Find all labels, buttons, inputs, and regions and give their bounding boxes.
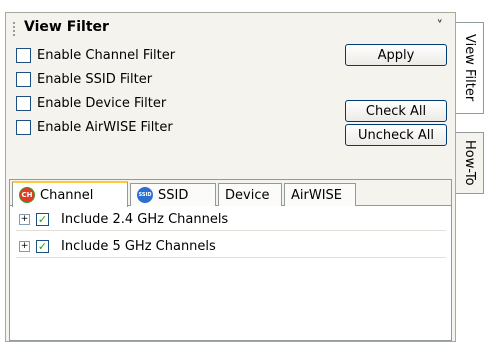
tree-row-label: Include 5 GHz Channels <box>61 238 216 254</box>
tab-channel-label: Channel <box>40 187 94 203</box>
side-tab-view-filter-label: View Filter <box>462 34 477 102</box>
tab-airwise[interactable]: AirWISE <box>284 183 356 206</box>
ssid-icon: SSID <box>137 187 153 203</box>
device-filter-checkbox[interactable]: Enable Device Filter <box>16 93 166 113</box>
panel-title: View Filter <box>24 19 109 35</box>
tab-ssid[interactable]: SSID SSID <box>130 183 216 206</box>
grip-handle-icon[interactable] <box>13 22 15 36</box>
tree-row-label: Include 2.4 GHz Channels <box>61 211 229 227</box>
device-filter-label: Enable Device Filter <box>37 95 167 111</box>
panel-title-bar: View Filter ˅ <box>6 13 455 41</box>
ssid-filter-checkbox[interactable]: Enable SSID Filter <box>16 69 152 89</box>
uncheck-all-button[interactable]: Uncheck All <box>345 124 447 146</box>
side-tab-how-to[interactable]: How-To <box>456 132 484 194</box>
filter-tabs-area: CH Channel SSID SSID Device AirWISE + ✓ … <box>9 179 452 341</box>
tree-row-5ghz[interactable]: + ✓ Include 5 GHz Channels <box>16 235 446 258</box>
pin-icon[interactable]: ˅ <box>437 19 444 34</box>
channel-filter-label: Enable Channel Filter <box>37 47 176 63</box>
side-tab-how-to-label: How-To <box>462 140 477 186</box>
channel-filter-checkbox[interactable]: Enable Channel Filter <box>16 45 175 65</box>
tab-airwise-label: AirWISE <box>291 187 343 203</box>
channel-icon: CH <box>19 187 35 203</box>
airwise-filter-checkbox[interactable]: Enable AirWISE Filter <box>16 117 173 137</box>
tab-ssid-label: SSID <box>158 187 189 203</box>
expand-plus-icon[interactable]: + <box>19 213 30 225</box>
side-tab-view-filter[interactable]: View Filter <box>456 22 484 114</box>
checkbox-box[interactable] <box>16 71 31 87</box>
checkbox-box[interactable] <box>16 119 31 135</box>
tab-device[interactable]: Device <box>218 183 282 206</box>
checkmark-icon[interactable]: ✓ <box>36 212 49 226</box>
check-all-button[interactable]: Check All <box>345 100 447 122</box>
tree-row-2-4ghz[interactable]: + ✓ Include 2.4 GHz Channels <box>16 208 446 231</box>
apply-button[interactable]: Apply <box>345 44 447 66</box>
checkmark-icon[interactable]: ✓ <box>36 239 49 253</box>
side-tab-strip: View Filter How-To <box>456 12 486 342</box>
ssid-filter-label: Enable SSID Filter <box>37 71 153 87</box>
tab-channel[interactable]: CH Channel <box>12 181 128 207</box>
tab-strip: CH Channel SSID SSID Device AirWISE <box>10 180 451 207</box>
expand-plus-icon[interactable]: + <box>19 240 30 252</box>
view-filter-panel: View Filter ˅ Enable Channel Filter Enab… <box>5 12 456 342</box>
airwise-filter-label: Enable AirWISE Filter <box>37 119 173 135</box>
checkbox-box[interactable] <box>16 47 31 63</box>
tab-device-label: Device <box>225 187 270 203</box>
checkbox-box[interactable] <box>16 95 31 111</box>
